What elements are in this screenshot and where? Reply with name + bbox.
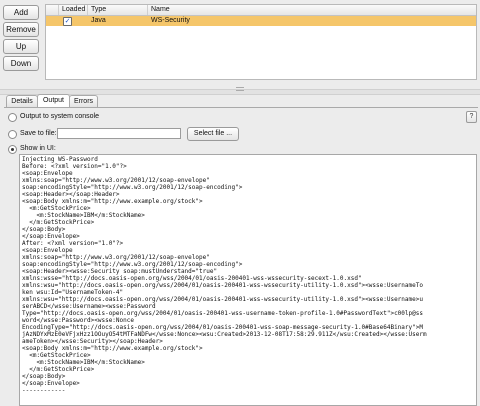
tab-details[interactable]: Details xyxy=(6,95,38,107)
column-header-name[interactable]: Name xyxy=(148,5,476,15)
tab-errors[interactable]: Errors xyxy=(69,95,98,107)
save-to-file-radio[interactable] xyxy=(8,130,17,139)
help-icon[interactable]: ? xyxy=(466,111,477,123)
column-header-type[interactable]: Type xyxy=(88,5,148,15)
select-file-button[interactable]: Select file ... xyxy=(187,127,239,141)
console-line: ------------ xyxy=(22,387,66,394)
file-path-input[interactable] xyxy=(57,128,181,139)
column-header-loaded[interactable]: Loaded xyxy=(59,5,88,15)
extensions-table: Loaded Type Name ✓ Java WS-Security xyxy=(45,4,477,80)
loaded-checkbox[interactable]: ✓ xyxy=(63,17,72,26)
table-header: Loaded Type Name xyxy=(46,5,476,16)
output-console[interactable]: Injecting WS-Password Before: <?xml versi… xyxy=(19,154,477,406)
show-in-ui-radio[interactable] xyxy=(8,145,17,154)
system-console-label: Output to system console xyxy=(20,113,99,120)
up-button[interactable]: Up xyxy=(3,39,39,54)
splitter-grip-icon xyxy=(236,87,244,91)
show-in-ui-label: Show in UI: xyxy=(20,145,56,152)
table-row[interactable]: ✓ Java WS-Security xyxy=(46,16,476,26)
add-button[interactable]: Add xyxy=(3,5,39,20)
row-name: WS-Security xyxy=(151,17,190,24)
system-console-radio[interactable] xyxy=(8,113,17,122)
remove-button[interactable]: Remove xyxy=(3,22,39,37)
save-to-file-label: Save to file: xyxy=(20,130,57,137)
tab-output[interactable]: Output xyxy=(37,94,70,107)
column-header-index[interactable] xyxy=(46,5,59,15)
row-type: Java xyxy=(91,17,106,24)
down-button[interactable]: Down xyxy=(3,56,39,71)
